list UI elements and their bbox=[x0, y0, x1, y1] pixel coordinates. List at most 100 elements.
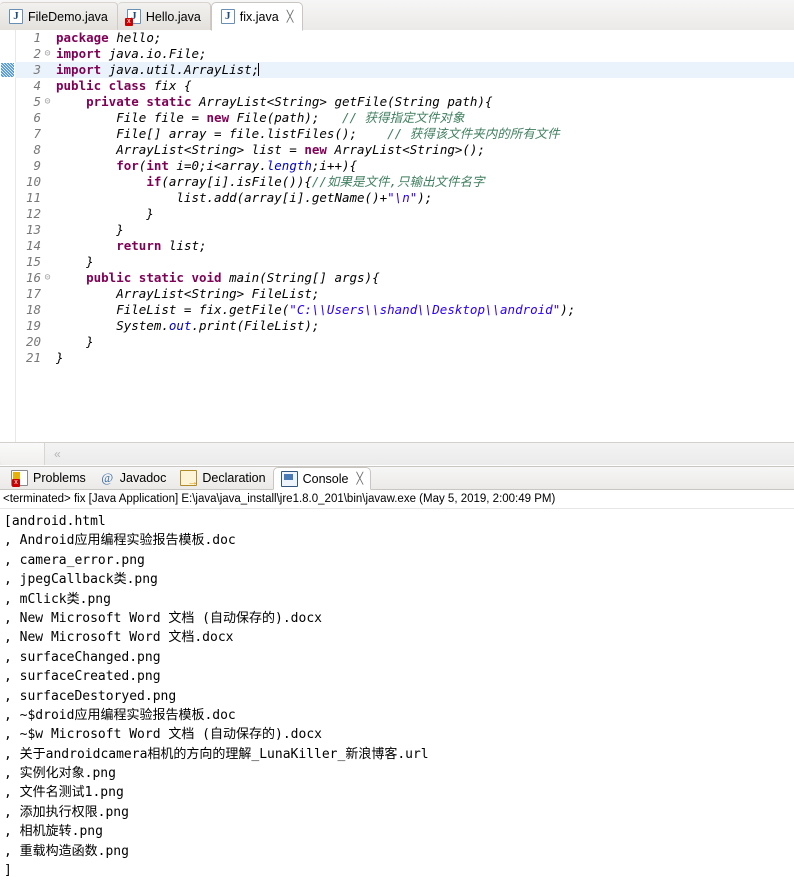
line-number: 4 bbox=[33, 78, 41, 93]
view-tab-declaration[interactable]: Declaration bbox=[173, 467, 272, 489]
code-line[interactable]: 1 package hello; bbox=[15, 30, 794, 46]
code-text: } bbox=[56, 222, 124, 237]
view-tab-javadoc[interactable]: @ Javadoc bbox=[93, 467, 174, 489]
console-output-line: ] bbox=[4, 863, 12, 879]
console-output-line: , ~$droid应用编程实验报告模板.doc bbox=[4, 707, 236, 723]
code-text: public static void main(String[] args){ bbox=[86, 270, 380, 285]
code-line[interactable]: 15 } bbox=[15, 254, 794, 270]
view-tab-label: Console bbox=[302, 471, 349, 486]
console-output-line: , surfaceChanged.png bbox=[4, 649, 161, 665]
close-icon[interactable]: ╳ bbox=[356, 472, 363, 485]
code-line[interactable]: 5 private static ArrayList<String> getFi… bbox=[15, 94, 794, 110]
editor-marker-ruler[interactable] bbox=[0, 30, 16, 442]
code-text: } bbox=[56, 206, 154, 221]
console-output-line: , Android应用编程实验报告模板.doc bbox=[4, 533, 236, 549]
console-output-line: , mClick类.png bbox=[4, 591, 111, 607]
view-tab-label: Javadoc bbox=[119, 471, 167, 485]
code-line[interactable]: 17 ArrayList<String> FileList; bbox=[15, 286, 794, 302]
code-line[interactable]: 14 return list; bbox=[15, 238, 794, 254]
code-line[interactable]: 19 System.out.print(FileList); bbox=[15, 318, 794, 334]
line-number: 16 bbox=[25, 270, 41, 285]
close-icon[interactable]: ╳ bbox=[287, 10, 294, 23]
console-output-line: , surfaceDestoryed.png bbox=[4, 688, 177, 704]
code-line[interactable]: 11 list.add(array[i].getName()+"\n"); bbox=[15, 190, 794, 206]
line-number: 15 bbox=[25, 254, 41, 269]
code-line[interactable]: 16 public static void main(String[] args… bbox=[15, 270, 794, 286]
line-number: 6 bbox=[33, 110, 41, 125]
console-output-line: , 实例化对象.png bbox=[4, 766, 116, 782]
code-text: FileList = fix.getFile("C:\\Users\\shand… bbox=[56, 302, 576, 317]
editor-tab-fix-java[interactable]: fix.java ╳ bbox=[210, 2, 304, 31]
view-tab-problems[interactable]: Problems bbox=[4, 467, 93, 489]
line-number: 14 bbox=[25, 238, 41, 253]
code-text: return list; bbox=[116, 238, 207, 253]
console-output-line: [android.html bbox=[4, 514, 106, 529]
code-line[interactable]: 20 } bbox=[15, 334, 794, 350]
fold-collapse-icon[interactable] bbox=[41, 94, 54, 110]
editor-horizontal-scrollbar[interactable]: « bbox=[0, 442, 794, 465]
fold-collapse-icon[interactable] bbox=[41, 270, 54, 286]
code-line[interactable]: 13 } bbox=[15, 222, 794, 238]
console-output[interactable]: [android.html , Android应用编程实验报告模板.doc , ca… bbox=[0, 509, 794, 889]
view-tab-label: Problems bbox=[33, 471, 86, 485]
code-text: if(array[i].isFile()){//如果是文件,只输出文件名字 bbox=[146, 174, 485, 189]
code-line[interactable]: 6 File file = new File(path); // 获得指定文件对… bbox=[15, 110, 794, 126]
view-tab-console[interactable]: Console ╳ bbox=[272, 467, 372, 490]
code-line[interactable]: 7 File[] array = file.listFiles(); // 获得… bbox=[15, 126, 794, 142]
code-line[interactable]: 21} bbox=[15, 350, 794, 366]
eclipse-ide-window: FileDemo.java Hello.java fix.java ╳ 1 packag… bbox=[0, 0, 794, 889]
code-text: } bbox=[56, 334, 94, 349]
java-file-icon bbox=[9, 9, 23, 24]
code-text: File file = new File(path); // 获得指定文件对象 bbox=[56, 110, 465, 125]
line-number: 9 bbox=[33, 158, 41, 173]
code-area[interactable]: 1 package hello; 2 import java.io.File; 3 imp… bbox=[15, 30, 794, 442]
code-line[interactable]: 4 public class fix { bbox=[15, 78, 794, 94]
line-number: 13 bbox=[25, 222, 41, 237]
code-text: ArrayList<String> list = new ArrayList<S… bbox=[56, 142, 485, 157]
code-line[interactable]: 3 import java.util.ArrayList; bbox=[15, 62, 794, 78]
line-number: 1 bbox=[33, 30, 41, 45]
line-number: 12 bbox=[25, 206, 41, 221]
code-text: import java.io.File; bbox=[56, 46, 207, 61]
code-line[interactable]: 9 for(int i=0;i<array.length;i++){ bbox=[15, 158, 794, 174]
code-text: private static ArrayList<String> getFile… bbox=[86, 94, 493, 109]
line-number: 10 bbox=[25, 174, 41, 189]
console-status-line: <terminated> fix [Java Application] E:\j… bbox=[0, 490, 794, 509]
line-number: 19 bbox=[25, 318, 41, 333]
code-line[interactable]: 2 import java.io.File; bbox=[15, 46, 794, 62]
code-line[interactable]: 12 } bbox=[15, 206, 794, 222]
editor-tab-filedemo-java[interactable]: FileDemo.java bbox=[0, 2, 118, 30]
view-tab-bar: Problems @ Javadoc Declaration Console ╳ bbox=[0, 467, 794, 490]
code-line[interactable]: 18 FileList = fix.getFile("C:\\Users\\sh… bbox=[15, 302, 794, 318]
problems-icon bbox=[11, 470, 28, 487]
line-number: 20 bbox=[25, 334, 41, 349]
editor-tab-bar: FileDemo.java Hello.java fix.java ╳ bbox=[0, 0, 794, 31]
code-text: list.add(array[i].getName()+"\n"); bbox=[56, 190, 433, 205]
declaration-icon bbox=[180, 470, 198, 488]
code-text: for(int i=0;i<array.length;i++){ bbox=[116, 158, 358, 173]
line-number: 8 bbox=[33, 142, 41, 157]
fold-collapse-icon[interactable] bbox=[41, 46, 54, 62]
console-output-line: , New Microsoft Word 文档 (自动保存的).docx bbox=[4, 610, 322, 626]
text-caret bbox=[258, 63, 260, 76]
code-line[interactable]: 8 ArrayList<String> list = new ArrayList… bbox=[15, 142, 794, 158]
code-text: public class fix { bbox=[56, 78, 192, 93]
code-editor[interactable]: 1 package hello; 2 import java.io.File; 3 imp… bbox=[0, 30, 794, 442]
editor-tab-hello-java[interactable]: Hello.java bbox=[117, 2, 211, 30]
line-number: 5 bbox=[33, 94, 41, 109]
java-file-error-icon bbox=[124, 9, 141, 26]
code-text: ArrayList<String> FileList; bbox=[56, 286, 320, 301]
javadoc-icon: @ bbox=[101, 470, 114, 485]
console-output-line: , 重载构造函数.png bbox=[4, 843, 129, 859]
console-output-line: , ~$w Microsoft Word 文档 (自动保存的).docx bbox=[4, 727, 322, 743]
line-number: 3 bbox=[33, 62, 41, 77]
editor-scroll-corner bbox=[0, 443, 45, 465]
console-output-line: , surfaceCreated.png bbox=[4, 669, 161, 685]
code-lines[interactable]: 1 package hello; 2 import java.io.File; 3 imp… bbox=[15, 30, 794, 366]
chevron-left-icon[interactable]: « bbox=[54, 447, 61, 461]
line-number: 21 bbox=[25, 350, 41, 365]
code-text: package hello; bbox=[56, 30, 162, 45]
code-line[interactable]: 10 if(array[i].isFile()){//如果是文件,只输出文件名字 bbox=[15, 174, 794, 190]
code-text: System.out.print(FileList); bbox=[56, 318, 320, 333]
console-output-line: , 文件名测试1.png bbox=[4, 785, 124, 801]
